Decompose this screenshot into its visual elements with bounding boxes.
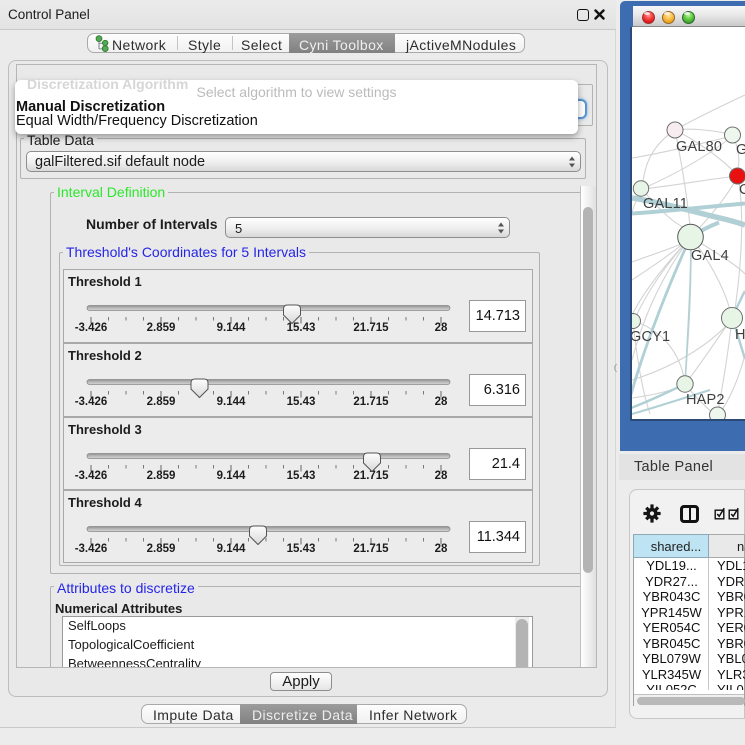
svg-text:28: 28: [435, 470, 448, 482]
svg-text:9.144: 9.144: [217, 470, 246, 482]
svg-text:2.859: 2.859: [147, 470, 176, 482]
svg-text:-3.426: -3.426: [75, 470, 108, 482]
svg-text:-3.426: -3.426: [75, 396, 108, 408]
svg-text:GAL4: GAL4: [691, 248, 729, 264]
svg-text:9.144: 9.144: [217, 396, 246, 408]
svg-text:9.144: 9.144: [217, 322, 246, 334]
svg-text:HAP2: HAP2: [686, 392, 725, 408]
svg-text:GCY1: GCY1: [632, 329, 670, 345]
svg-text:21.715: 21.715: [353, 396, 389, 408]
svg-text:-3.426: -3.426: [75, 543, 108, 555]
svg-text:2.859: 2.859: [147, 543, 176, 555]
svg-text:9.144: 9.144: [217, 543, 246, 555]
svg-text:15.43: 15.43: [287, 396, 316, 408]
svg-text:H: H: [735, 327, 745, 343]
svg-text:GA: GA: [736, 142, 745, 158]
svg-text:GAL80: GAL80: [676, 139, 722, 155]
svg-text:CY: CY: [739, 182, 745, 198]
svg-text:21.715: 21.715: [353, 543, 389, 555]
svg-text:21.715: 21.715: [353, 322, 389, 334]
svg-text:15.43: 15.43: [287, 543, 316, 555]
svg-text:28: 28: [435, 322, 448, 334]
svg-text:2.859: 2.859: [147, 322, 176, 334]
svg-text:15.43: 15.43: [287, 470, 316, 482]
svg-text:28: 28: [435, 396, 448, 408]
svg-text:21.715: 21.715: [353, 470, 389, 482]
svg-text:15.43: 15.43: [287, 322, 316, 334]
svg-text:28: 28: [435, 543, 448, 555]
svg-text:GAL11: GAL11: [643, 196, 688, 212]
svg-text:2.859: 2.859: [147, 396, 176, 408]
svg-text:-3.426: -3.426: [75, 322, 108, 334]
